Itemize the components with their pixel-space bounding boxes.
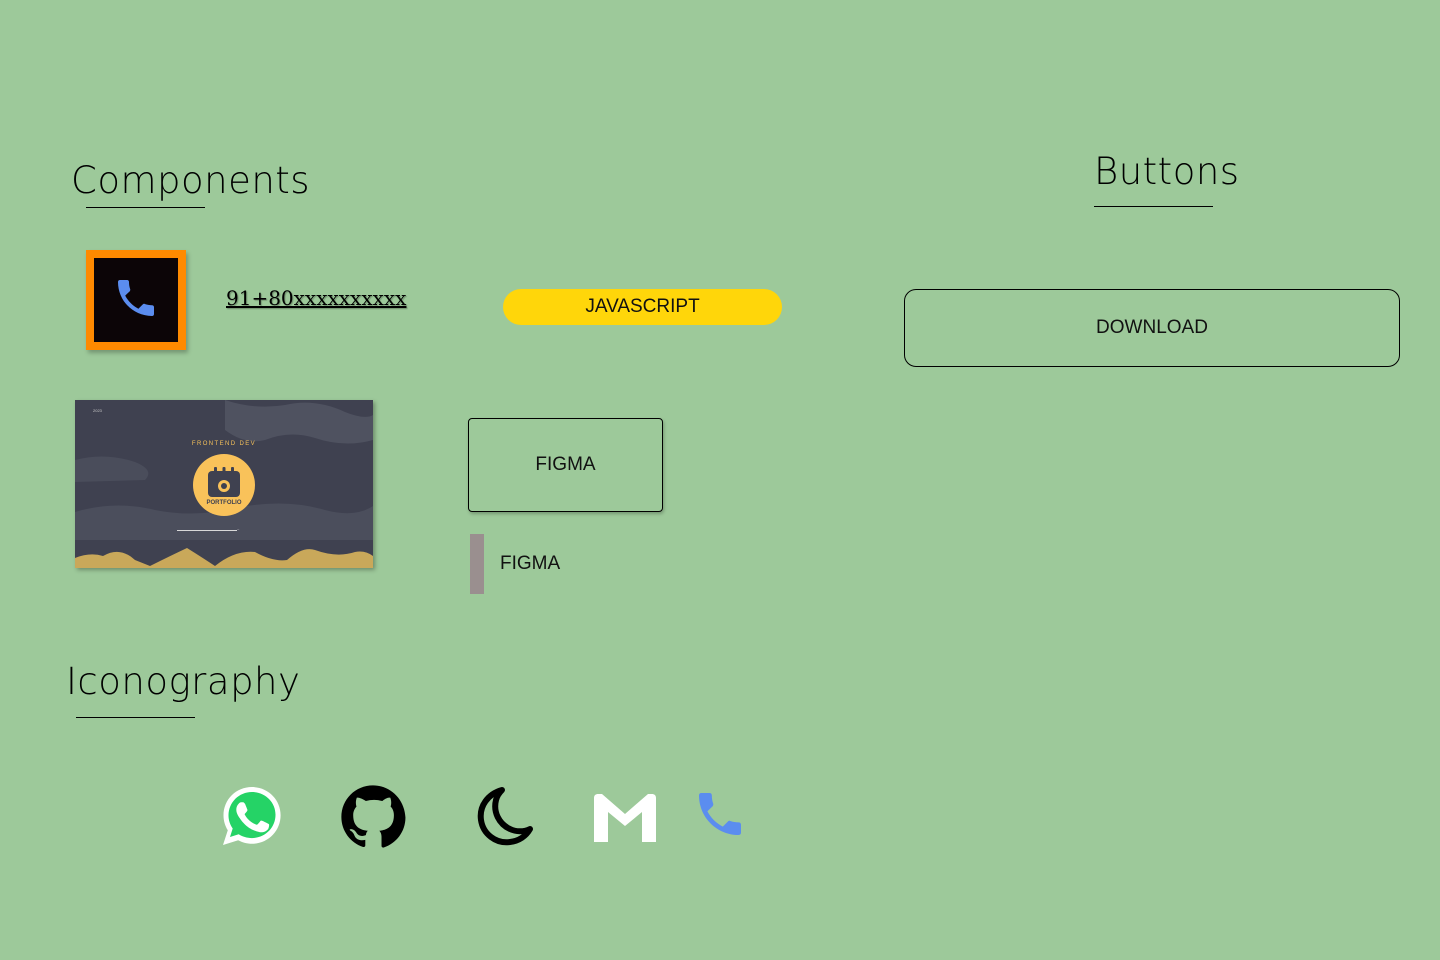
preview-year: 2023: [93, 408, 102, 413]
portfolio-preview-card[interactable]: 2023 FRONTEND DEV PORTFOLIO ~: [75, 400, 373, 568]
gmail-icon[interactable]: [592, 792, 658, 844]
moon-icon[interactable]: [472, 784, 536, 848]
components-heading: Components: [71, 159, 311, 202]
phone-tile-inner: [94, 258, 178, 342]
preview-kicker: FRONTEND DEV: [191, 441, 257, 447]
portfolio-badge: PORTFOLIO: [193, 454, 255, 516]
phone-number-link[interactable]: 91+80xxxxxxxxxx: [226, 286, 406, 310]
figma-tab-indicator: [470, 534, 484, 594]
phone-icon: [112, 274, 160, 326]
github-icon[interactable]: [340, 784, 406, 850]
calendar-icon: [208, 467, 240, 497]
preview-signature: ~: [237, 527, 240, 532]
whatsapp-icon[interactable]: [220, 784, 284, 848]
phone-tile[interactable]: [86, 250, 186, 350]
phone-icon[interactable]: [692, 786, 748, 842]
portfolio-badge-label: PORTFOLIO: [206, 500, 242, 506]
iconography-heading: Iconography: [66, 660, 301, 703]
figma-tab-label: FIGMA: [500, 553, 561, 574]
buttons-heading: Buttons: [1094, 150, 1240, 193]
preview-divider: [177, 530, 237, 531]
buttons-underline: [1094, 206, 1213, 207]
download-button[interactable]: DOWNLOAD: [904, 289, 1400, 367]
iconography-underline: [76, 717, 195, 718]
components-underline: [86, 207, 205, 208]
figma-outlined-button[interactable]: FIGMA: [468, 418, 663, 512]
figma-tab[interactable]: FIGMA: [470, 534, 560, 594]
javascript-button[interactable]: JAVASCRIPT: [503, 289, 782, 325]
